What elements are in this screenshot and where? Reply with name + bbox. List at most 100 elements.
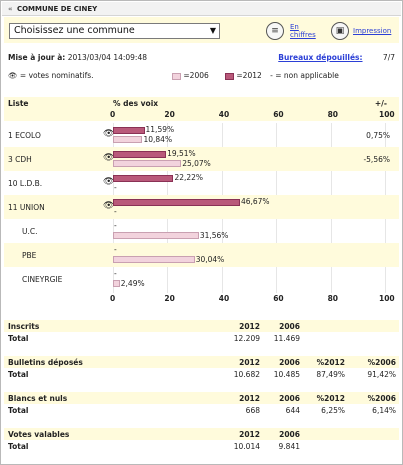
bar-2012 bbox=[113, 175, 174, 182]
label-2006: - bbox=[114, 207, 117, 216]
updated-value: 2013/03/04 14:09:48 bbox=[67, 53, 147, 62]
label-2012: 19,51% bbox=[167, 149, 196, 158]
label-2006: 30,04% bbox=[195, 255, 225, 264]
label-2012: 46,67% bbox=[240, 197, 270, 206]
axis-tick-top-0: 0 bbox=[110, 110, 116, 119]
inscrits-row: Total 12.209 11.469 bbox=[4, 332, 399, 344]
collapse-icon[interactable]: « bbox=[8, 5, 13, 13]
valables-total-label: Total bbox=[8, 442, 29, 451]
update-info: Mise à jour à: 2013/03/04 14:09:48 Burea… bbox=[8, 53, 395, 63]
legend: 👁 = votes nominatifs. =2006 =2012 - = no… bbox=[8, 71, 395, 81]
bureaux-link[interactable]: Bureaux dépouillés: bbox=[278, 53, 362, 62]
inscrits-title: Inscrits bbox=[8, 322, 40, 331]
table-row: PBE - 30,04% bbox=[4, 243, 399, 267]
header-diff: +/- bbox=[374, 99, 387, 108]
en-chiffres-line-2: chiffres bbox=[290, 31, 316, 39]
table-row: U.C. - 31,56% bbox=[4, 219, 399, 243]
bulletins-title: Bulletins déposés bbox=[8, 358, 83, 367]
label-2012: 22,22% bbox=[174, 173, 204, 182]
en-chiffres-link[interactable]: En chiffres bbox=[290, 23, 316, 39]
bureaux-value: 7/7 bbox=[382, 53, 395, 62]
bar-2012 bbox=[113, 151, 167, 158]
row-name: CINEYRGIE bbox=[22, 275, 63, 284]
bar-2006 bbox=[113, 160, 182, 167]
label-2012: 11,59% bbox=[145, 125, 175, 134]
commune-select-value: Choisissez une commune bbox=[14, 25, 135, 36]
table-row: 3 CDH 👁 19,51% 25,07% -5,56% bbox=[4, 147, 399, 171]
label-2012: - bbox=[114, 221, 117, 230]
row-name: U.C. bbox=[22, 227, 38, 236]
axis-tick-top-20: 20 bbox=[164, 110, 175, 119]
blancs-header: Blancs et nuls 2012 2006 %2012 %2006 bbox=[4, 392, 399, 404]
inscrits-v2: 11.469 bbox=[273, 334, 300, 343]
axis-bottom: 0 20 40 60 80 100 bbox=[4, 291, 399, 305]
header-liste: Liste bbox=[8, 99, 29, 108]
row-diff: 0,75% bbox=[366, 131, 390, 140]
axis-tick-top-100: 100 bbox=[379, 110, 395, 119]
bar-2006 bbox=[113, 136, 143, 143]
list-icon[interactable]: ≡ bbox=[266, 22, 284, 40]
axis-tick-bottom-60: 60 bbox=[273, 294, 284, 303]
bulletins-row: Total 10.682 10.485 87,49% 91,42% bbox=[4, 368, 399, 380]
legend-na: - = non applicable bbox=[270, 71, 339, 80]
bureaux-info: Bureaux dépouillés: 7/7 bbox=[278, 53, 395, 62]
updated-label: Mise à jour à: bbox=[8, 53, 66, 62]
table-header: Liste % des voix +/- 0 20 40 60 80 100 bbox=[4, 97, 399, 121]
axis-tick-top-80: 80 bbox=[327, 110, 339, 119]
impression-link[interactable]: Impression bbox=[353, 27, 391, 35]
blancs-row: Total 668 644 6,25% 6,14% bbox=[4, 404, 399, 416]
axis-tick-bottom-80: 80 bbox=[327, 294, 339, 303]
axis-tick-top-60: 60 bbox=[273, 110, 284, 119]
panel-title-bar: « COMMUNE DE CINEY bbox=[2, 2, 401, 16]
label-2006: 25,07% bbox=[182, 159, 211, 168]
valables-row: Total 10.014 9.841 bbox=[4, 440, 399, 452]
bar-2006 bbox=[113, 256, 195, 263]
bulletins-total-label: Total bbox=[8, 370, 29, 379]
legend-2006: =2006 bbox=[183, 71, 209, 80]
inscrits-header: Inscrits 2012 2006 bbox=[4, 320, 399, 332]
row-name: 10 L.D.B. bbox=[8, 179, 43, 188]
table-row: CINEYRGIE -2,49% bbox=[4, 267, 399, 291]
commune-select[interactable]: Choisissez une commune ▼ bbox=[9, 23, 220, 39]
bulletins-header: Bulletins déposés 2012 2006 %2012 %2006 bbox=[4, 356, 399, 368]
toolbar: Choisissez une commune ▼ ≡ En chiffres ▣… bbox=[4, 17, 399, 43]
bar-2006 bbox=[113, 232, 199, 239]
inscrits-h2: 2006 bbox=[279, 322, 300, 331]
axis-tick-bottom-100: 100 bbox=[379, 294, 395, 303]
en-chiffres-line-1: En bbox=[290, 23, 299, 31]
axis-tick-top-40: 40 bbox=[218, 110, 230, 119]
print-icon[interactable]: ▣ bbox=[331, 22, 349, 40]
axis-tick-bottom-20: 20 bbox=[164, 294, 175, 303]
row-diff: -5,56% bbox=[363, 155, 390, 164]
axis-tick-bottom-40: 40 bbox=[218, 294, 230, 303]
row-name: 11 UNION bbox=[8, 203, 45, 212]
bar-2012 bbox=[113, 127, 145, 134]
blancs-h4: %2006 bbox=[367, 394, 396, 403]
legend-nominatifs: = votes nominatifs. bbox=[19, 71, 94, 80]
axis-tick-bottom-0: 0 bbox=[110, 294, 116, 303]
blancs-title: Blancs et nuls bbox=[8, 394, 68, 403]
label-2006: - bbox=[114, 183, 117, 192]
label-2012: - bbox=[114, 269, 117, 278]
bar-2006 bbox=[113, 280, 120, 287]
bulletins-h4: %2006 bbox=[367, 358, 396, 367]
valables-header: Votes valables 2012 2006 bbox=[4, 428, 399, 440]
legend-swatch-2012 bbox=[225, 72, 234, 80]
blancs-v4: 6,14% bbox=[372, 406, 396, 415]
label-2006: 10,84% bbox=[143, 135, 173, 144]
row-name: 1 ECOLO bbox=[8, 131, 41, 140]
panel-title: COMMUNE DE CINEY bbox=[16, 5, 98, 13]
inscrits-total-label: Total bbox=[8, 334, 29, 343]
valables-v2: 9.841 bbox=[278, 442, 300, 451]
table-row: 1 ECOLO 👁 11,59% 10,84% 0,75% bbox=[4, 123, 399, 147]
results-panel: « COMMUNE DE CINEY Choisissez une commun… bbox=[0, 0, 403, 465]
valables-h2: 2006 bbox=[279, 430, 300, 439]
legend-2012: =2012 bbox=[236, 71, 262, 80]
header-pct: % des voix bbox=[113, 99, 159, 108]
valables-title: Votes valables bbox=[8, 430, 70, 439]
legend-swatch-2006 bbox=[172, 72, 181, 80]
table-row: 11 UNION 👁 46,67% - bbox=[4, 195, 399, 219]
label-2006: 31,56% bbox=[199, 231, 229, 240]
row-name: 3 CDH bbox=[8, 155, 32, 164]
nominatif-icon: 👁 bbox=[8, 71, 18, 80]
